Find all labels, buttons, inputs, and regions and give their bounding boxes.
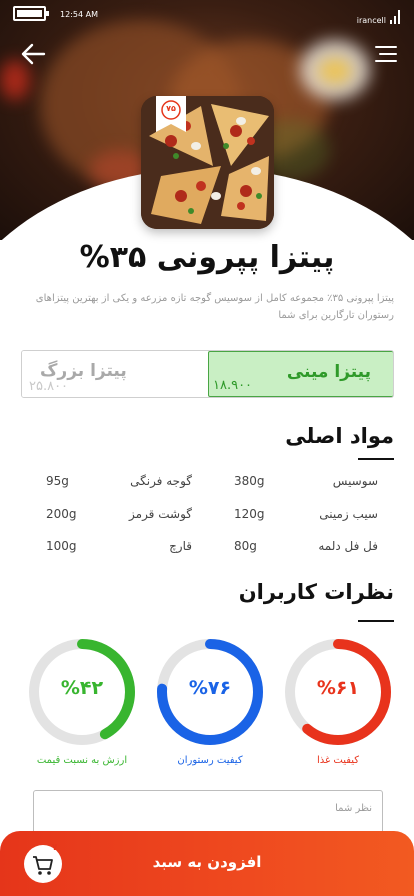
ingredient-amount: 100g [46,539,77,553]
gauge-percent: %۷۶ [188,677,232,699]
gauge-food-quality: %۶۱ [283,637,393,747]
ingredients-title: مواد اصلی [285,424,394,448]
cart-count-badge: ۷ [52,843,58,853]
gauge-percent: %۴۲ [60,677,104,699]
status-time: 12:54 AM [60,10,98,19]
ingredient-name: قارچ [169,539,192,553]
size-option-large[interactable]: پیتزا بزرگ ۲۵.۸۰۰ [22,351,208,397]
discount-badge-icon: ۷۵ [156,96,186,132]
hamburger-menu-icon[interactable] [374,44,398,64]
section-divider [358,458,394,460]
ingredient-amount: 80g [234,539,257,553]
size-name: پیتزا مینی [286,362,371,382]
battery-icon [13,6,49,21]
pizza-image: ۷۵ [141,96,274,229]
ingredient-name: سوسیس [332,474,378,488]
ingredient-amount: 120g [234,507,265,521]
comment-placeholder: نظر شما [335,803,372,814]
carrier-name: irancell [356,16,386,25]
gauge-value-for-price: %۴۲ [27,637,137,747]
signal-icon [390,10,400,24]
ingredient-name: فل فل دلمه [318,539,378,553]
ingredient-name: گوجه فرنگی [130,474,192,488]
status-bar: 12:54 AM irancell [0,0,414,30]
reviews-title: نظرات کاربران [238,580,394,604]
ingredient-amount: 200g [46,507,77,521]
product-description: پیتزا پپرونی ۳۵٪ مجموعه کامل از سوسیس گو… [35,293,394,321]
ingredient-amount: 380g [234,474,265,488]
size-name: پیتزا بزرگ [40,361,127,381]
size-price: ۱۸.۹۰۰ [213,378,253,393]
ingredient-amount: 95g [46,474,69,488]
gauge-label: کیفیت رستوران [177,755,243,766]
gauge-restaurant-quality: %۷۶ [155,637,265,747]
discount-badge-text: ۷۵ [166,104,176,113]
gauge-label: کیفیت غذا [316,755,360,766]
gauge-label: ارزش به نسبت قیمت [36,755,128,766]
size-price: ۲۵.۸۰۰ [29,379,69,394]
product-title: پیتزا پپرونی ۳۵% [79,240,335,275]
ingredient-name: گوشت قرمز [129,507,192,521]
section-divider [358,620,394,622]
size-selector: پیتزا بزرگ ۲۵.۸۰۰ پیتزا مینی ۱۸.۹۰۰ [21,350,394,398]
back-arrow-icon[interactable] [20,42,46,66]
size-option-mini[interactable]: پیتزا مینی ۱۸.۹۰۰ [208,351,393,397]
add-to-cart-button[interactable]: افزودن به سبد ۷ [0,831,414,896]
gauge-percent: %۶۱ [316,677,360,699]
ingredient-name: سیب زمینی [319,507,378,521]
add-to-cart-label: افزودن به سبد [152,853,262,871]
